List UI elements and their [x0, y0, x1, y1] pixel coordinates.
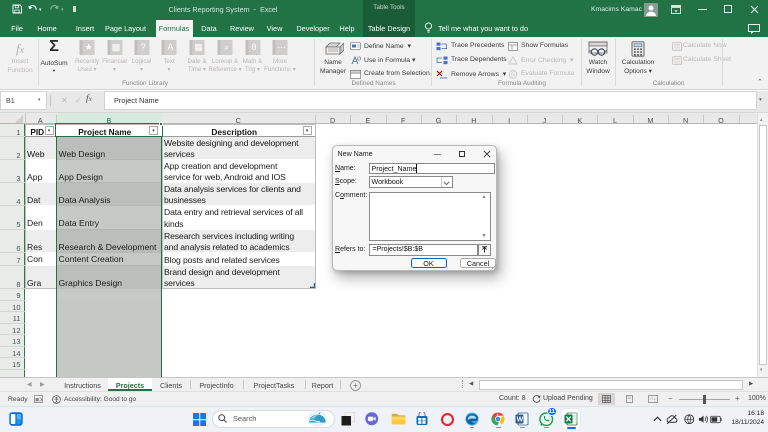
svg-text:W: W	[517, 417, 524, 424]
svg-text:fx: fx	[511, 72, 516, 78]
